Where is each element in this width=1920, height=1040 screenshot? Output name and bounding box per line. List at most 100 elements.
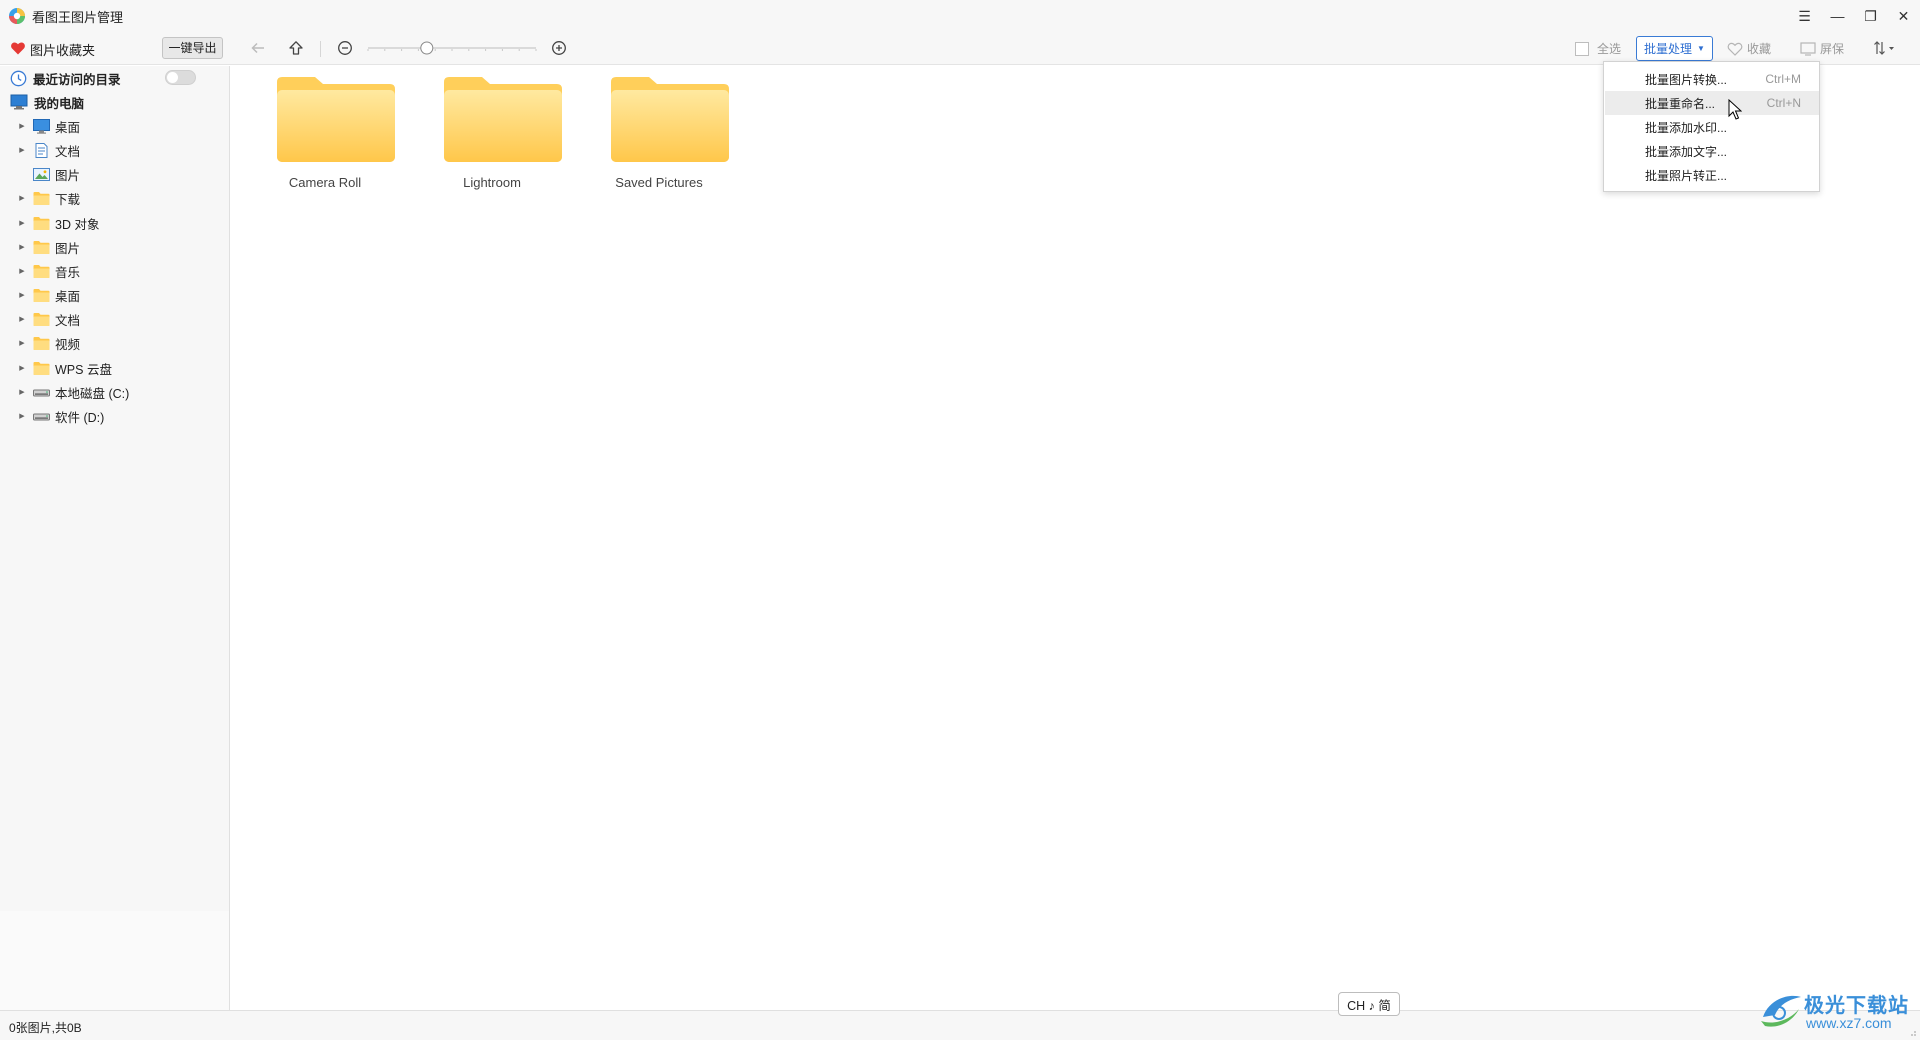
expand-arrow-icon[interactable]: ▶ bbox=[17, 339, 27, 347]
export-button[interactable]: 一键导出 bbox=[162, 37, 223, 59]
expand-arrow-icon[interactable]: ▶ bbox=[17, 388, 27, 396]
watermark-name: 极光下载站 bbox=[1804, 995, 1909, 1017]
up-arrow-icon[interactable] bbox=[286, 38, 306, 58]
menu-item[interactable]: 批量图片转换... Ctrl+M bbox=[1605, 67, 1819, 91]
sidebar-item-label: 桌面 bbox=[55, 120, 81, 135]
select-all-checkbox[interactable]: 全选 bbox=[1575, 40, 1621, 57]
sidebar-item-label: 3D 对象 bbox=[55, 217, 100, 232]
drive-icon bbox=[33, 409, 50, 424]
sidebar-item[interactable]: ▶ 文档 bbox=[17, 139, 80, 161]
menu-item[interactable]: 批量重命名... Ctrl+N bbox=[1605, 91, 1819, 115]
expand-arrow-icon[interactable]: ▶ bbox=[17, 146, 27, 154]
status-bar: 0张图片,共0B bbox=[0, 1010, 1920, 1040]
watermark: 极光下载站 www.xz7.com bbox=[1759, 985, 1909, 1033]
menu-item[interactable]: 批量添加文字... bbox=[1605, 139, 1819, 163]
sidebar-item[interactable]: ▶ 视频 bbox=[17, 332, 80, 354]
sidebar-item-label: 视频 bbox=[55, 337, 81, 352]
folder-item[interactable]: Lightroom bbox=[417, 76, 567, 206]
heart-outline-icon bbox=[1727, 42, 1743, 56]
mouse-cursor-icon bbox=[1728, 99, 1742, 120]
sidebar-item[interactable]: ▶ 文档 bbox=[17, 308, 80, 330]
expand-arrow-icon[interactable]: ▶ bbox=[17, 291, 27, 299]
folder-item[interactable]: Camera Roll bbox=[250, 76, 400, 206]
recent-dirs-toggle[interactable] bbox=[165, 70, 196, 85]
sidebar-item[interactable]: ▶ 图片 bbox=[17, 236, 80, 258]
expand-arrow-icon[interactable]: ▶ bbox=[17, 412, 27, 420]
picture-icon bbox=[33, 167, 50, 182]
app-logo-icon bbox=[9, 8, 25, 24]
sidebar-item-label: 文档 bbox=[55, 144, 81, 159]
sidebar-item[interactable]: ▶ 音乐 bbox=[17, 260, 80, 282]
menu-item[interactable]: 批量照片转正... bbox=[1605, 163, 1819, 187]
sidebar-item[interactable]: ▶ 软件 (D:) bbox=[17, 405, 104, 427]
zoom-slider-handle[interactable] bbox=[420, 41, 434, 55]
toggle-knob bbox=[167, 72, 178, 83]
menu-item-label: 批量重命名... bbox=[1645, 96, 1716, 111]
folder-icon bbox=[33, 336, 50, 351]
sidebar-item-label: 本地磁盘 (C:) bbox=[55, 386, 130, 401]
expand-arrow-icon[interactable]: ▶ bbox=[17, 315, 27, 323]
screensaver-button[interactable]: 屏保 bbox=[1800, 40, 1844, 57]
menu-item[interactable]: 批量添加水印... bbox=[1605, 115, 1819, 139]
batch-process-button[interactable]: 批量处理 ▼ bbox=[1636, 36, 1713, 61]
zoom-slider[interactable] bbox=[366, 40, 538, 56]
recent-dirs-row[interactable]: 最近访问的目录 bbox=[10, 67, 121, 89]
computer-icon bbox=[10, 94, 28, 110]
sidebar-item-label: 图片 bbox=[55, 168, 81, 183]
my-computer-row[interactable]: 我的电脑 bbox=[10, 91, 84, 113]
sidebar-item-label: 图片 bbox=[55, 241, 81, 256]
sidebar-item[interactable]: ▶ 3D 对象 bbox=[17, 212, 99, 234]
sort-icon bbox=[1874, 41, 1894, 55]
sidebar-item-label: WPS 云盘 bbox=[55, 362, 112, 377]
expand-arrow-icon[interactable]: ▶ bbox=[17, 267, 27, 275]
sidebar-item-label: 文档 bbox=[55, 313, 81, 328]
watermark-url: www.xz7.com bbox=[1806, 1015, 1892, 1031]
expand-arrow-icon[interactable]: ▶ bbox=[17, 122, 27, 130]
favorites-label[interactable]: 图片收藏夹 bbox=[30, 40, 95, 59]
sidebar-item-label: 下载 bbox=[55, 192, 81, 207]
expand-arrow-icon[interactable]: ▶ bbox=[17, 194, 27, 202]
minimize-button[interactable]: — bbox=[1821, 0, 1854, 32]
checkbox-icon[interactable] bbox=[1575, 41, 1589, 56]
sidebar-item[interactable]: ▶ 下载 bbox=[17, 187, 80, 209]
expand-arrow-icon[interactable]: ▶ bbox=[17, 243, 27, 251]
zoom-in-icon[interactable] bbox=[549, 38, 569, 58]
sidebar-item[interactable]: ▶ 本地磁盘 (C:) bbox=[17, 381, 129, 403]
recent-dirs-label: 最近访问的目录 bbox=[33, 72, 121, 87]
menu-item-label: 批量添加水印... bbox=[1645, 120, 1728, 135]
folder-icon bbox=[277, 77, 395, 162]
ime-indicator[interactable]: CH ♪ 简 bbox=[1338, 992, 1400, 1016]
sidebar-item[interactable]: ▶ 桌面 bbox=[17, 115, 80, 137]
sidebar-item[interactable]: 图片 bbox=[17, 163, 80, 185]
menu-item-label: 批量图片转换... bbox=[1645, 72, 1728, 87]
menu-item-label: 批量添加文字... bbox=[1645, 144, 1728, 159]
zoom-out-icon[interactable] bbox=[335, 38, 355, 58]
app-title: 看图王图片管理 bbox=[32, 9, 124, 25]
sidebar-item[interactable]: ▶ 桌面 bbox=[17, 284, 80, 306]
document-icon bbox=[33, 142, 50, 158]
folder-icon bbox=[33, 288, 50, 303]
desktop-icon bbox=[33, 118, 50, 134]
close-button[interactable]: ✕ bbox=[1887, 0, 1920, 32]
menu-item-shortcut: Ctrl+M bbox=[1765, 72, 1801, 86]
folder-label: Saved Pictures bbox=[615, 175, 703, 190]
folder-icon bbox=[444, 77, 562, 162]
menu-item-label: 批量照片转正... bbox=[1645, 168, 1728, 183]
select-all-label: 全选 bbox=[1597, 42, 1622, 56]
sidebar-item[interactable]: ▶ WPS 云盘 bbox=[17, 357, 112, 379]
expand-arrow-icon[interactable]: ▶ bbox=[17, 364, 27, 372]
my-computer-label: 我的电脑 bbox=[34, 96, 85, 111]
chevron-down-icon: ▼ bbox=[1697, 44, 1705, 53]
back-arrow-icon[interactable] bbox=[248, 38, 268, 58]
folder-item[interactable]: Saved Pictures bbox=[584, 76, 734, 206]
heart-icon[interactable] bbox=[10, 40, 26, 56]
sidebar-item-label: 音乐 bbox=[55, 265, 81, 280]
clock-icon bbox=[10, 70, 27, 86]
expand-arrow-icon[interactable]: ▶ bbox=[17, 219, 27, 227]
folder-icon bbox=[33, 240, 50, 255]
title-bar: 看图王图片管理 ☰ — ❐ ✕ bbox=[0, 0, 1920, 32]
collect-button[interactable]: 收藏 bbox=[1727, 40, 1771, 57]
main-menu-button[interactable]: ☰ bbox=[1788, 0, 1821, 32]
restore-button[interactable]: ❐ bbox=[1854, 0, 1887, 32]
sort-button[interactable] bbox=[1873, 40, 1895, 56]
